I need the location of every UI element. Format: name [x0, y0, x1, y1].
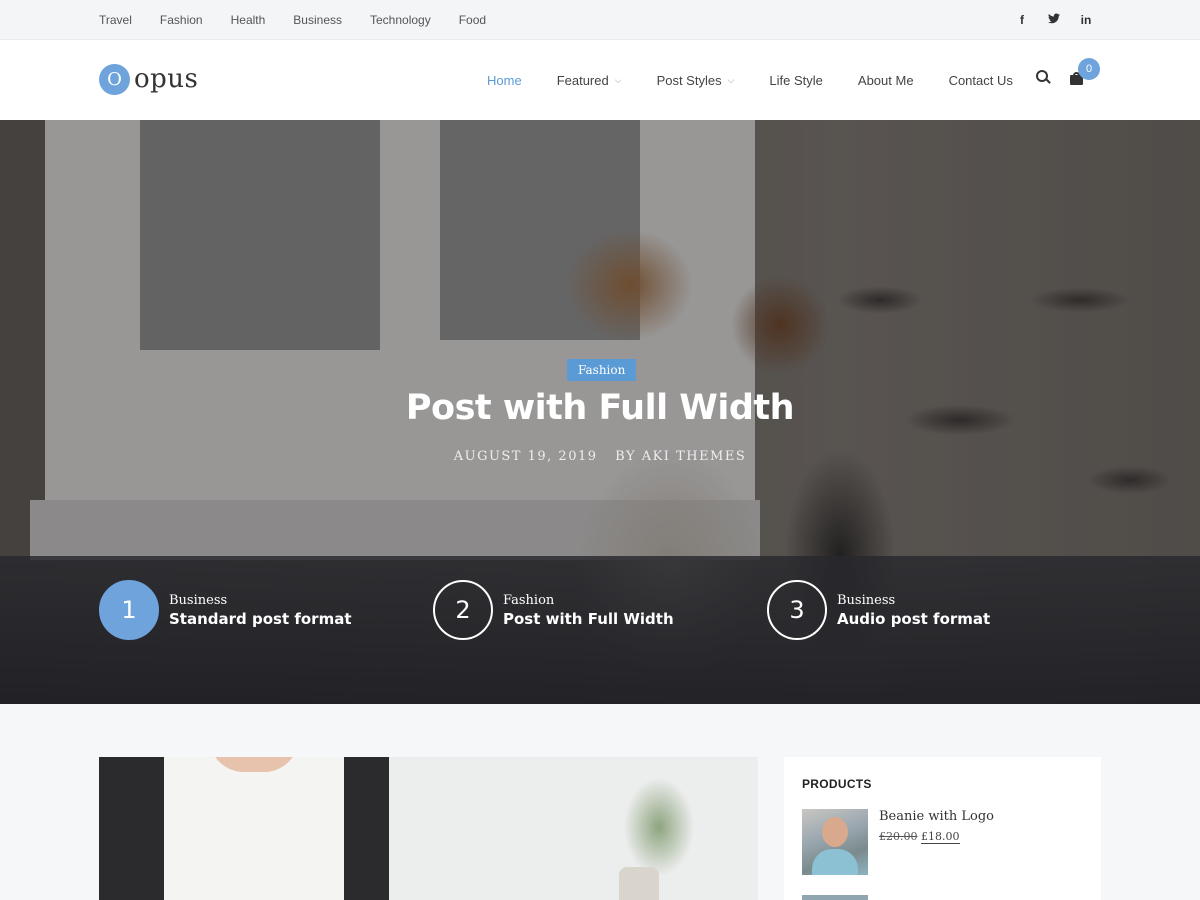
slide-title: Post with Full Width: [503, 609, 674, 628]
sidebar-products-widget: PRODUCTS Beanie with Logo £20.00 £18.00: [784, 757, 1101, 900]
top-link-food[interactable]: Food: [459, 13, 486, 27]
linkedin-icon[interactable]: in: [1080, 13, 1092, 27]
top-link-health[interactable]: Health: [231, 13, 266, 27]
nav-home[interactable]: Home: [487, 73, 522, 88]
chevron-down-icon: ⌵: [727, 74, 735, 85]
slide-category: Business: [837, 592, 896, 608]
product-name[interactable]: Beanie with Logo: [879, 809, 994, 824]
hero-date: AUGUST 19, 2019: [453, 449, 598, 464]
top-category-links: Travel Fashion Health Business Technolog…: [99, 0, 514, 40]
header-icons: [1036, 70, 1084, 85]
product-thumbnail[interactable]: [802, 809, 868, 875]
top-link-business[interactable]: Business: [293, 13, 342, 27]
slide-item-3[interactable]: 3 Business Audio post format: [767, 580, 990, 640]
nav-about-me-label: About Me: [857, 72, 914, 88]
hero-category-badge[interactable]: Fashion: [567, 359, 637, 381]
top-link-technology[interactable]: Technology: [370, 13, 431, 27]
slide-title: Standard post format: [169, 609, 352, 628]
nav-contact-us-label: Contact Us: [948, 72, 1013, 88]
hero-meta: AUGUST 19, 2019 BY AKI THEMES: [0, 449, 1200, 464]
logo-mark: O: [99, 64, 130, 95]
chevron-down-icon: ⌵: [614, 74, 622, 85]
product-thumbnail[interactable]: [802, 895, 868, 900]
nav-contact-us[interactable]: Contact Us: [949, 73, 1013, 88]
site-logo[interactable]: O opus: [99, 64, 198, 95]
facebook-icon[interactable]: f: [1016, 13, 1028, 27]
social-links: f in: [1016, 0, 1092, 40]
post-featured-image[interactable]: [99, 757, 758, 900]
slide-number: 2: [433, 580, 493, 640]
main-nav: Home Featured ⌵ Post Styles ⌵ Life Style A…: [487, 40, 1048, 120]
slider-navigation: 1 Business Standard post format 2 Fashio…: [99, 580, 1101, 640]
slide-title: Audio post format: [837, 609, 991, 628]
post-image-vase: [619, 867, 659, 900]
cart-count-badge[interactable]: 0: [1078, 58, 1100, 80]
product-sale-price: £18.00: [921, 830, 960, 844]
logo-text: opus: [134, 64, 199, 94]
slide-category: Business: [169, 592, 228, 608]
top-link-travel[interactable]: Travel: [99, 13, 132, 27]
slide-item-2[interactable]: 2 Fashion Post with Full Width: [433, 580, 674, 640]
slide-category: Fashion: [503, 592, 555, 608]
hero-author[interactable]: BY AKI THEMES: [615, 449, 746, 464]
top-bar: Travel Fashion Health Business Technolog…: [0, 0, 1200, 40]
top-link-fashion[interactable]: Fashion: [160, 13, 203, 27]
nav-home-label: Home: [487, 72, 522, 88]
product-item[interactable]: Beanie with Logo £20.00 £18.00: [802, 809, 994, 875]
nav-featured[interactable]: Featured ⌵: [557, 73, 622, 88]
post-image-shirt: [164, 757, 344, 900]
hero-title[interactable]: Post with Full Width: [0, 388, 1200, 428]
slide-item-1[interactable]: 1 Business Standard post format: [99, 580, 352, 640]
product-price: £20.00 £18.00: [879, 830, 994, 844]
site-header: O opus Home Featured ⌵ Post Styles ⌵ Life …: [0, 40, 1200, 120]
widget-title: PRODUCTS: [802, 777, 872, 791]
nav-life-style-label: Life Style: [769, 72, 823, 88]
twitter-icon[interactable]: [1048, 13, 1060, 27]
product-old-price: £20.00: [879, 830, 918, 843]
slide-number: 1: [99, 580, 159, 640]
nav-post-styles[interactable]: Post Styles ⌵: [657, 73, 735, 88]
slide-number: 3: [767, 580, 827, 640]
hero-banner[interactable]: Fashion Post with Full Width AUGUST 19, …: [0, 120, 1200, 704]
nav-life-style[interactable]: Life Style: [769, 73, 822, 88]
nav-about-me[interactable]: About Me: [858, 73, 914, 88]
nav-featured-label: Featured: [556, 72, 609, 88]
search-icon[interactable]: [1036, 70, 1050, 84]
nav-post-styles-label: Post Styles: [656, 72, 722, 88]
